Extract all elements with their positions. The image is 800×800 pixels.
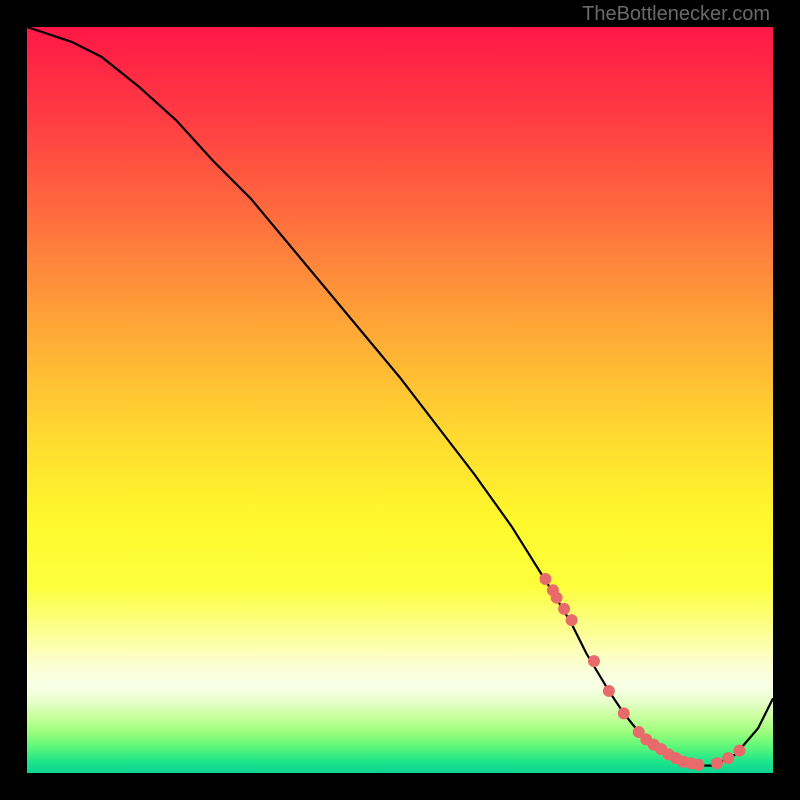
curve-marker [722,752,734,764]
chart-container: TheBottlenecker.com [0,0,800,800]
curve-markers [539,573,745,771]
curve-layer [27,27,773,773]
curve-marker [603,685,615,697]
curve-marker [566,614,578,626]
bottleneck-curve [27,27,773,766]
curve-marker [551,592,563,604]
curve-marker [618,707,630,719]
curve-marker [711,757,723,769]
plot-area [27,27,773,773]
curve-marker [588,655,600,667]
curve-marker [733,745,745,757]
curve-marker [558,603,570,615]
attribution-text: TheBottlenecker.com [582,3,770,26]
curve-marker [692,759,704,771]
curve-marker [539,573,551,585]
